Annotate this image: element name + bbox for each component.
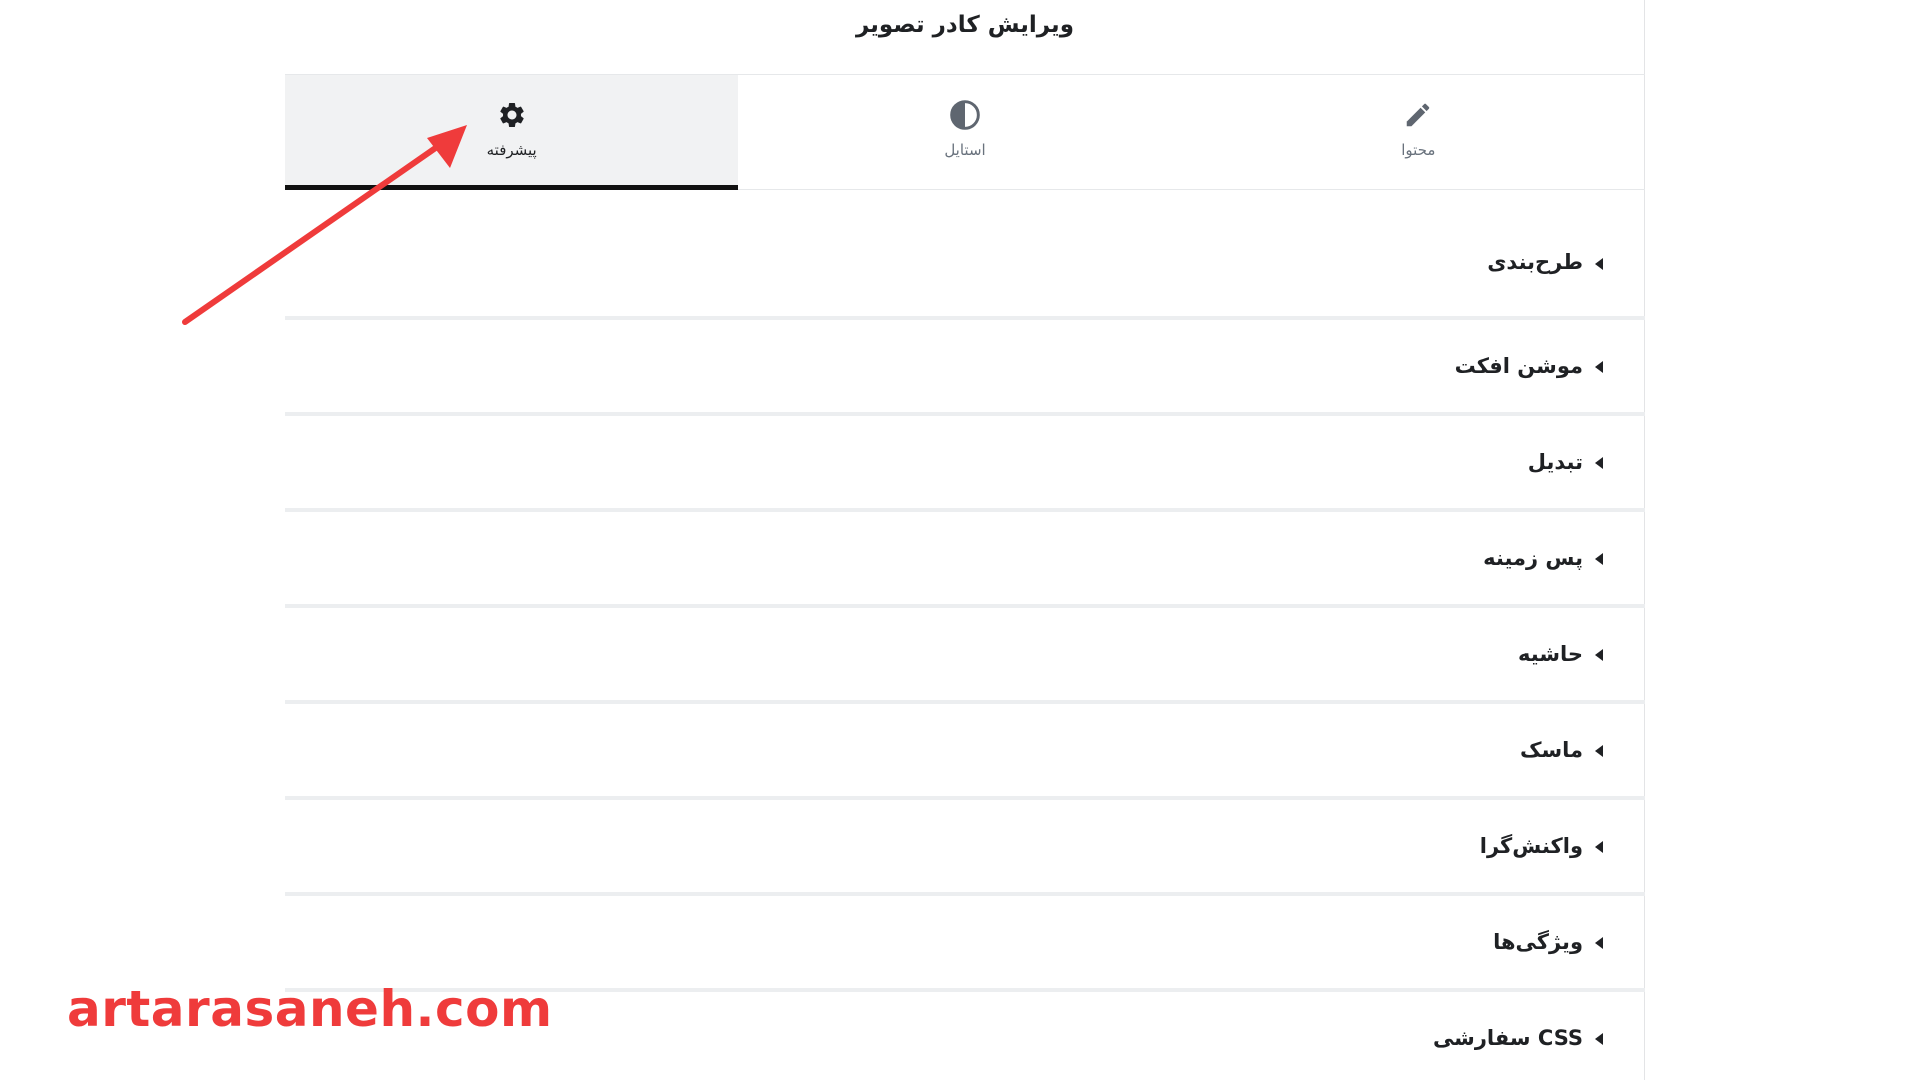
- tab-content[interactable]: محتوا: [1192, 75, 1645, 189]
- caret-left-icon: [1595, 745, 1603, 757]
- section-transform[interactable]: تبدیل: [285, 416, 1645, 512]
- section-background[interactable]: پس زمینه: [285, 512, 1645, 608]
- section-layout[interactable]: طرح‌بندی: [285, 220, 1645, 320]
- section-responsive[interactable]: واکنش‌گرا: [285, 800, 1645, 896]
- section-list: طرح‌بندی موشن افکت تبدیل پس زمینه حاشیه …: [285, 220, 1645, 1080]
- section-title: حاشیه: [1518, 642, 1583, 666]
- section-title: طرح‌بندی: [1487, 250, 1583, 274]
- tab-advanced-label: پیشرفته: [486, 141, 537, 159]
- section-title: ویژگی‌ها: [1493, 930, 1583, 954]
- gear-icon: [496, 99, 528, 131]
- tab-style-label: استایل: [944, 141, 986, 159]
- section-title: ماسک: [1519, 738, 1583, 762]
- pencil-icon: [1402, 99, 1434, 131]
- page: ویرایش کادر تصویر محتوا استایل پیشرفته ط…: [0, 0, 1920, 1080]
- caret-left-icon: [1595, 937, 1603, 949]
- section-title: واکنش‌گرا: [1479, 834, 1583, 858]
- caret-left-icon: [1595, 258, 1603, 270]
- caret-left-icon: [1595, 553, 1603, 565]
- panel-title: ویرایش کادر تصویر: [855, 12, 1074, 38]
- watermark-text: artarasaneh.com: [67, 980, 553, 1038]
- contrast-icon: [949, 99, 981, 131]
- caret-left-icon: [1595, 457, 1603, 469]
- section-mask[interactable]: ماسک: [285, 704, 1645, 800]
- caret-left-icon: [1595, 1033, 1603, 1045]
- section-title: CSS سفارشی: [1432, 1026, 1583, 1050]
- caret-left-icon: [1595, 841, 1603, 853]
- section-title: تبدیل: [1527, 450, 1583, 474]
- section-title: موشن افکت: [1454, 354, 1583, 378]
- tab-advanced[interactable]: پیشرفته: [285, 75, 739, 190]
- caret-left-icon: [1595, 361, 1603, 373]
- section-border[interactable]: حاشیه: [285, 608, 1645, 704]
- section-motion-effects[interactable]: موشن افکت: [285, 320, 1645, 416]
- caret-left-icon: [1595, 649, 1603, 661]
- panel-tabs: محتوا استایل پیشرفته: [285, 74, 1645, 190]
- section-title: پس زمینه: [1483, 546, 1583, 570]
- tab-content-label: محتوا: [1401, 141, 1436, 159]
- editor-panel: ویرایش کادر تصویر محتوا استایل پیشرفته ط…: [285, 0, 1645, 1080]
- section-attributes[interactable]: ویژگی‌ها: [285, 896, 1645, 992]
- tab-style[interactable]: استایل: [738, 75, 1191, 189]
